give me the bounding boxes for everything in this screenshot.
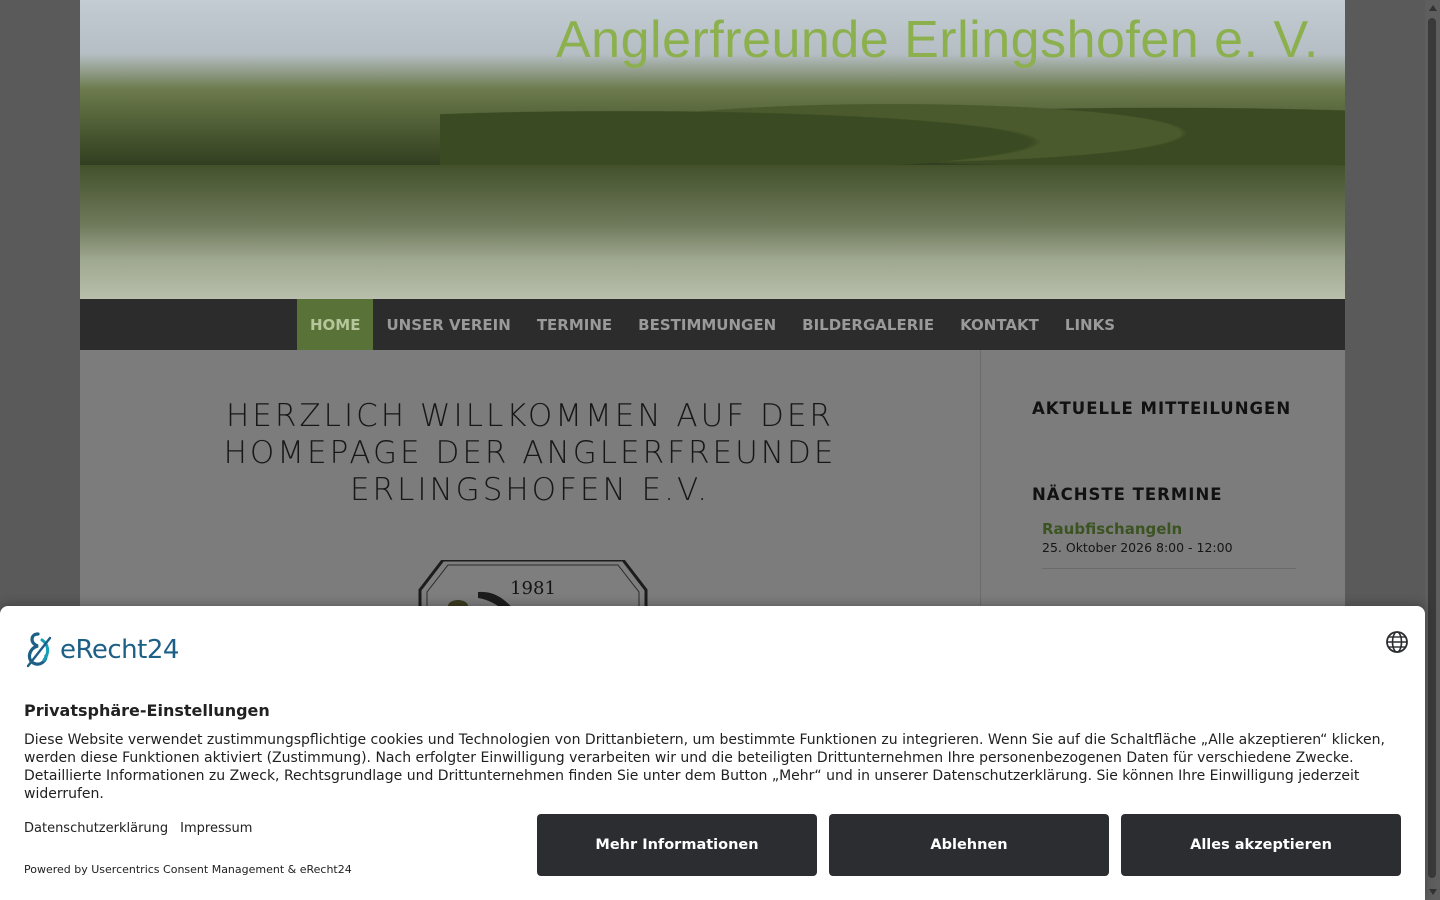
consent-text: Diese Website verwendet zustimmungspflic… (24, 732, 1385, 802)
scroll-up-icon[interactable] (1429, 5, 1437, 11)
consent-banner: eRecht24 Privatsphäre-Einstellungen Dies… (0, 606, 1425, 900)
privacy-policy-link[interactable]: Datenschutzerklärung (24, 821, 168, 836)
nav-item-kontakt[interactable]: KONTAKT (947, 299, 1052, 350)
site-title[interactable]: Anglerfreunde Erlingshofen e. V. (556, 10, 1319, 70)
nav-item-home[interactable]: HOME (296, 299, 374, 350)
events-heading: NÄCHSTE TERMINE (1032, 485, 1223, 504)
nav-item-bildergalerie[interactable]: BILDERGALERIE (789, 299, 947, 350)
header-banner: Anglerfreunde Erlingshofen e. V. (80, 0, 1345, 299)
event-title[interactable]: Raubfischangeln (1042, 520, 1296, 538)
page-title: HERZLICH WILLKOMMEN AUF DER HOMEPAGE DER… (223, 398, 837, 508)
event-date: 25. Oktober 2026 8:00 - 12:00 (1042, 540, 1233, 555)
nav-item-bestimmungen[interactable]: BESTIMMUNGEN (625, 299, 789, 350)
scroll-down-icon[interactable] (1429, 889, 1437, 895)
header-lake-reflection (80, 165, 1345, 299)
consent-title: Privatsphäre-Einstellungen (24, 701, 270, 720)
more-info-button[interactable]: Mehr Informationen (537, 814, 817, 876)
page-scrollbar[interactable] (1425, 0, 1440, 900)
scroll-thumb[interactable] (1428, 18, 1436, 878)
brand-name: eRecht24 (60, 635, 179, 665)
nav-item-links[interactable]: LINKS (1052, 299, 1128, 350)
powered-by-text[interactable]: Powered by Usercentrics Consent Manageme… (24, 863, 352, 876)
deny-button[interactable]: Ablehnen (829, 814, 1109, 876)
brand-logo: eRecht24 (24, 630, 179, 670)
logo-year: 1981 (510, 578, 556, 599)
erecht24-logo-icon (26, 632, 52, 668)
consent-links: Datenschutzerklärung Impressum (24, 821, 252, 836)
accept-all-button[interactable]: Alles akzeptieren (1121, 814, 1401, 876)
news-heading: AKTUELLE MITTEILUNGEN (1032, 399, 1292, 418)
event-item: Raubfischangeln 25. Oktober 2026 8:00 - … (1042, 520, 1296, 569)
main-nav: HOME UNSER VEREIN TERMINE BESTIMMUNGEN B… (80, 299, 1345, 350)
imprint-link[interactable]: Impressum (180, 821, 252, 836)
nav-item-unser-verein[interactable]: UNSER VEREIN (373, 299, 523, 350)
globe-icon[interactable] (1385, 630, 1409, 654)
nav-item-termine[interactable]: TERMINE (524, 299, 625, 350)
